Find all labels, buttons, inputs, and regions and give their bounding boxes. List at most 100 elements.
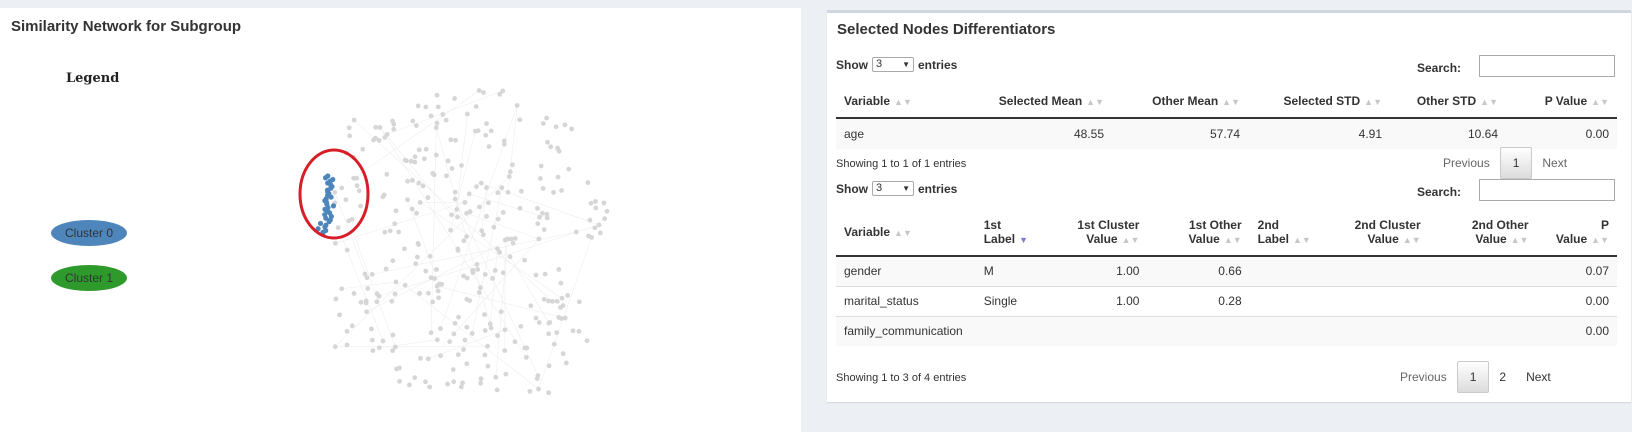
- network-node: [335, 225, 341, 231]
- network-node: [347, 133, 353, 139]
- network-node: [431, 172, 437, 178]
- column-header-selected-mean[interactable]: Selected Mean ▲▼: [972, 85, 1112, 119]
- column-header-p-value[interactable]: P Value ▲▼: [1536, 209, 1617, 257]
- network-node: [536, 236, 542, 242]
- column-header-selected-std[interactable]: Selected STD ▲▼: [1248, 85, 1390, 119]
- page-button-2[interactable]: 2: [1489, 370, 1516, 384]
- column-header-variable[interactable]: Variable ▲▼: [836, 85, 972, 119]
- network-node: [393, 208, 399, 214]
- column-header-1st-cluster-value[interactable]: 1st Cluster Value ▲▼: [1049, 209, 1148, 257]
- network-node: [488, 325, 494, 331]
- table-row[interactable]: marital_status Single 1.00 0.28 0.00: [836, 285, 1617, 316]
- network-node: [528, 303, 534, 309]
- entries-select[interactable]: 3 ▼: [872, 181, 914, 196]
- cell: [1049, 315, 1148, 346]
- network-node: [484, 214, 490, 219]
- column-header-1st-other-value[interactable]: 1st Other Value ▲▼: [1147, 209, 1250, 257]
- column-header-variable[interactable]: Variable ▲▼: [836, 209, 976, 257]
- network-node: [435, 337, 440, 343]
- network-node: [453, 137, 458, 143]
- search-input[interactable]: [1479, 55, 1615, 77]
- network-node: [546, 390, 552, 396]
- network-edge: [387, 90, 503, 135]
- column-header-other-mean[interactable]: Other Mean ▲▼: [1112, 85, 1248, 119]
- network-node: [558, 280, 564, 286]
- network-node: [449, 212, 454, 218]
- selected-network-node: [317, 220, 324, 227]
- column-header-2nd-other-value[interactable]: 2nd Other Value ▲▼: [1428, 209, 1537, 257]
- column-header-1st-label[interactable]: 1st Label ▼: [975, 209, 1050, 257]
- cell: M: [975, 255, 1050, 286]
- network-node: [407, 382, 412, 388]
- sort-icon: ▲▼: [1121, 235, 1140, 245]
- network-node: [507, 254, 513, 260]
- entries-select-value: 3: [876, 182, 883, 194]
- network-node: [425, 195, 431, 200]
- network-node: [502, 348, 508, 353]
- network-node: [495, 190, 501, 196]
- cluster-labels-table: Variable ▲▼ 1st Label ▼ 1st Cluster Value ▲▼ …: [836, 209, 1617, 346]
- network-node: [374, 299, 380, 305]
- network-node: [409, 177, 415, 183]
- previous-button[interactable]: Previous: [1433, 156, 1500, 170]
- network-node: [482, 352, 488, 358]
- network-edge: [456, 113, 468, 210]
- network-node: [452, 196, 458, 202]
- legend-cluster-1[interactable]: Cluster 1: [51, 265, 127, 291]
- entries-select[interactable]: 3 ▼: [872, 57, 914, 72]
- network-node: [555, 174, 561, 180]
- network-node: [540, 210, 545, 216]
- network-node: [551, 190, 556, 195]
- network-node: [484, 185, 489, 191]
- search-input[interactable]: [1479, 179, 1615, 201]
- network-node: [464, 111, 470, 117]
- table-row[interactable]: gender M 1.00 0.66 0.07: [836, 255, 1617, 286]
- network-edge: [481, 187, 487, 231]
- network-node: [440, 112, 446, 117]
- network-node: [573, 229, 579, 235]
- network-node: [443, 117, 449, 123]
- selected-network-node: [322, 175, 329, 181]
- column-header-other-std[interactable]: Other STD ▲▼: [1390, 85, 1506, 119]
- next-button[interactable]: Next: [1532, 156, 1577, 170]
- table-row[interactable]: family_communication 0.00: [836, 315, 1617, 346]
- show-label: Show: [836, 181, 868, 196]
- network-node: [548, 144, 554, 150]
- similarity-network-graph[interactable]: [0, 8, 801, 432]
- network-node: [527, 388, 533, 394]
- column-header-2nd-cluster-value[interactable]: 2nd Cluster Value ▲▼: [1318, 209, 1429, 257]
- network-node: [493, 374, 499, 380]
- network-node: [417, 291, 423, 296]
- previous-button[interactable]: Previous: [1390, 370, 1457, 384]
- network-node: [387, 228, 393, 234]
- network-node: [546, 320, 552, 326]
- selected-means-table: Variable ▲▼ Selected Mean ▲▼ Other Mean ▲▼ …: [836, 85, 1617, 149]
- sort-icon: ▲▼: [1293, 235, 1311, 245]
- network-node: [346, 125, 352, 131]
- network-node: [416, 180, 422, 186]
- cell: [1428, 315, 1537, 346]
- network-node: [540, 121, 546, 126]
- page-button-1[interactable]: 1: [1456, 361, 1490, 393]
- network-node: [507, 169, 513, 175]
- panel-title: Selected Nodes Differentiators: [837, 21, 1056, 38]
- column-header-2nd-label[interactable]: 2nd Label ▲▼: [1249, 209, 1319, 257]
- network-node: [369, 326, 374, 332]
- table-row[interactable]: age 48.55 57.74 4.91 10.64 0.00: [836, 117, 1617, 149]
- network-node: [349, 323, 355, 329]
- network-node: [430, 299, 436, 305]
- sort-icon: ▲▼: [1086, 97, 1104, 107]
- network-node: [535, 373, 541, 379]
- network-node: [445, 158, 451, 164]
- legend-cluster-0[interactable]: Cluster 0: [51, 220, 127, 246]
- network-node: [464, 296, 470, 302]
- network-node: [486, 144, 492, 149]
- network-edge: [372, 231, 577, 275]
- search-label: Search:: [1417, 185, 1462, 199]
- legend-title: Legend: [66, 71, 120, 86]
- page-button-1[interactable]: 1: [1499, 147, 1533, 179]
- network-node: [469, 331, 475, 336]
- network-node: [485, 200, 491, 206]
- next-button[interactable]: Next: [1516, 370, 1561, 384]
- column-header-p-value[interactable]: P Value ▲▼: [1506, 85, 1617, 119]
